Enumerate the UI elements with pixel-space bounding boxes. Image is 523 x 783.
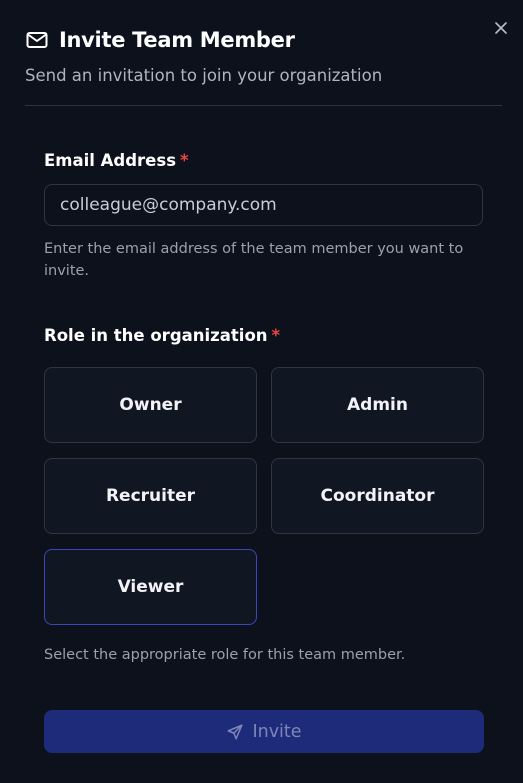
- dialog-header: Invite Team Member Send an invitation to…: [0, 0, 523, 85]
- role-help-text: Select the appropriate role for this tea…: [44, 647, 406, 663]
- required-marker: *: [180, 151, 189, 170]
- role-label: Role in the organization *: [44, 326, 484, 345]
- dialog-title: Invite Team Member: [59, 28, 295, 52]
- dialog-body: Email Address* Enter the email address o…: [0, 106, 523, 663]
- dialog-subtitle: Send an invitation to join your organiza…: [25, 66, 383, 85]
- role-label-text: Role in the organization: [44, 326, 268, 345]
- role-option-recruiter[interactable]: Recruiter: [44, 458, 257, 534]
- invite-button-label: Invite: [252, 721, 302, 742]
- email-help-text: Enter the email address of the team memb…: [44, 241, 464, 279]
- title-row: Invite Team Member: [25, 28, 498, 52]
- mail-icon: [26, 32, 48, 48]
- email-label: Email Address *: [44, 151, 484, 170]
- invite-button[interactable]: Invite: [44, 710, 484, 753]
- role-option-owner[interactable]: Owner: [44, 367, 257, 443]
- required-marker: *: [271, 326, 281, 345]
- email-label-text: Email Address: [44, 151, 177, 170]
- send-icon: [227, 724, 243, 739]
- role-options: Owner Admin Recruiter Coordinator Viewer: [44, 367, 484, 625]
- role-option-admin[interactable]: Admin: [271, 367, 484, 443]
- role-option-coordinator[interactable]: Coordinator: [271, 458, 484, 534]
- invite-dialog: Invite Team Member Send an invitation to…: [0, 0, 523, 783]
- close-icon: [495, 22, 507, 34]
- role-option-viewer[interactable]: Viewer: [44, 549, 257, 625]
- close-button[interactable]: [491, 18, 511, 38]
- email-field[interactable]: [44, 184, 483, 226]
